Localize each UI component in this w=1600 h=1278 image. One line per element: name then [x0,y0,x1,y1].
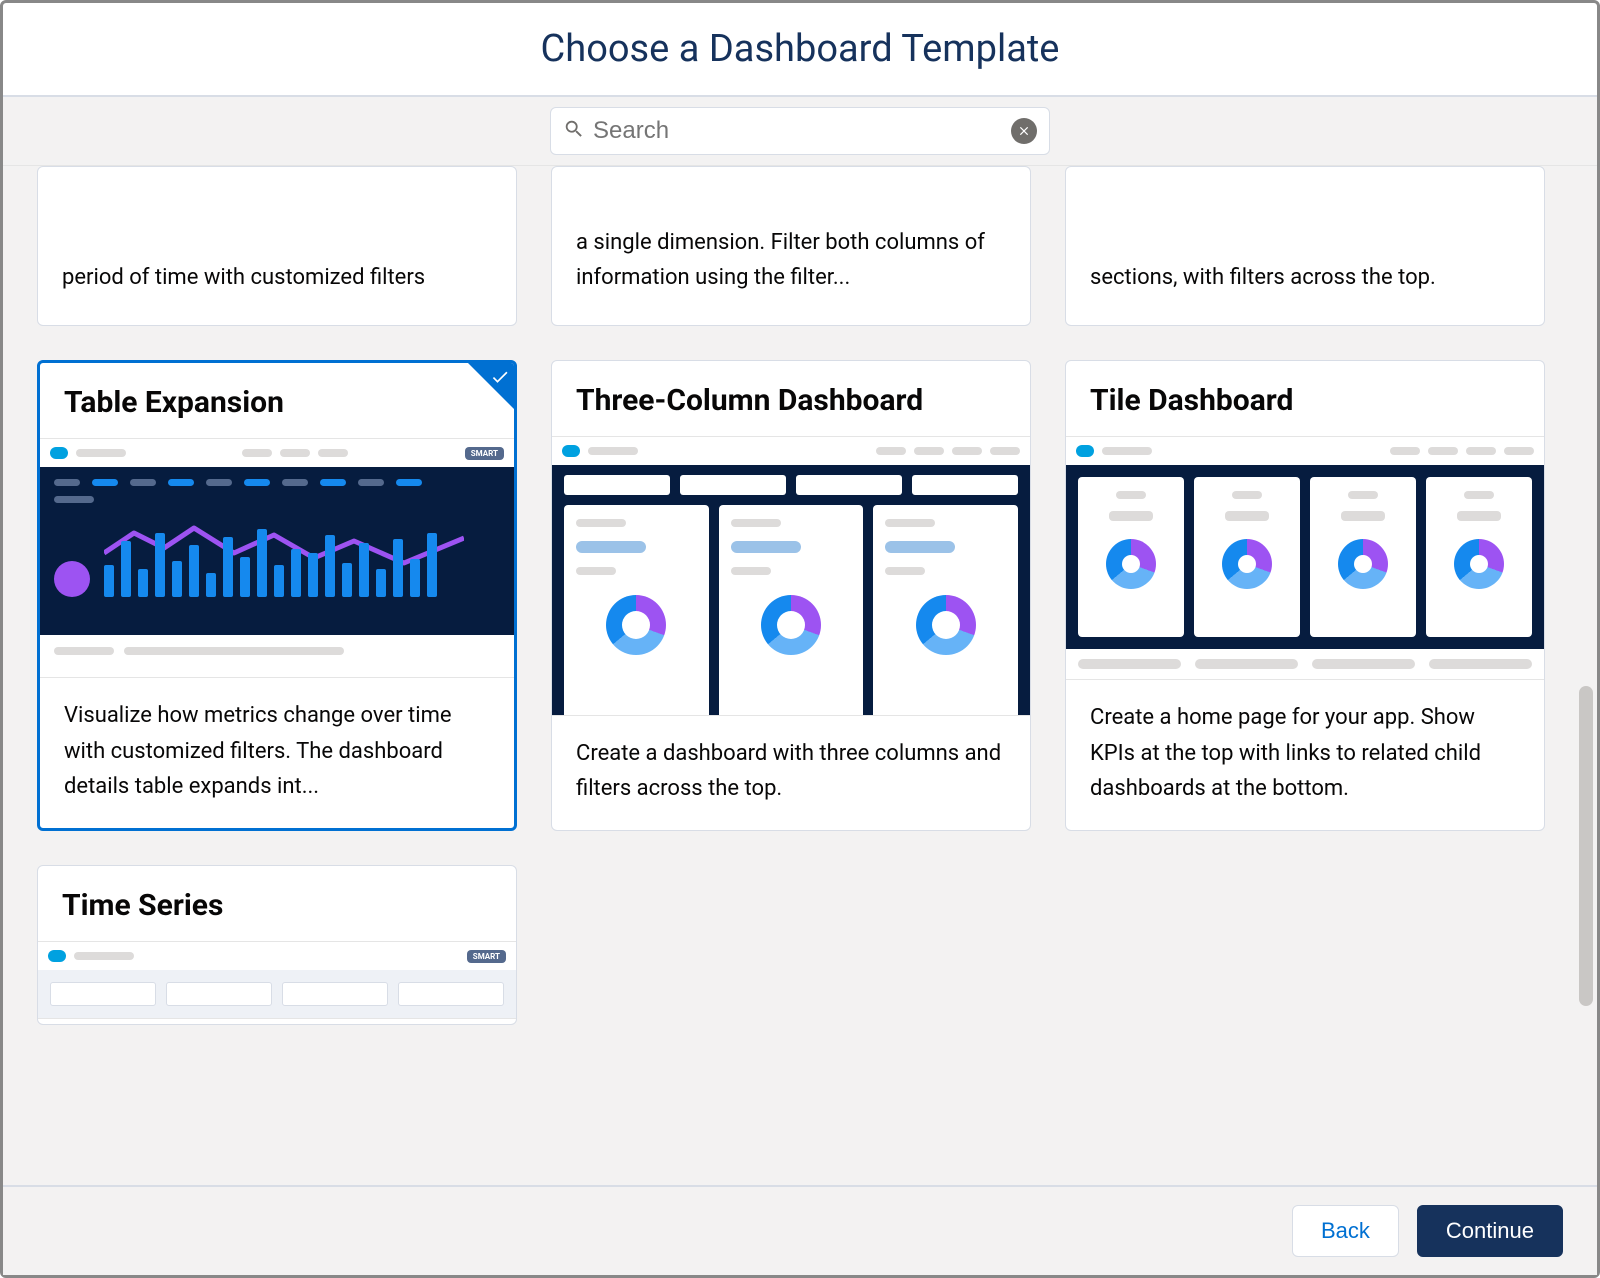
continue-button[interactable]: Continue [1417,1205,1563,1257]
scrollbar-thumb[interactable] [1579,686,1593,1006]
template-list-scroll[interactable]: period of time with customized filters a… [3,166,1597,1185]
search-bar [3,97,1597,166]
cloud-icon [562,445,580,457]
cloud-icon [50,447,68,459]
modal-title: Choose a Dashboard Template [3,27,1597,71]
card-description: Create a home page for your app. Show KP… [1066,680,1544,830]
template-card-tile-dashboard[interactable]: Tile Dashboard [1065,360,1545,831]
template-picker-modal: Choose a Dashboard Template period of ti… [0,0,1600,1278]
card-title: Table Expansion [40,363,514,438]
card-title: Time Series [38,866,516,941]
modal-footer: Back Continue [3,1185,1597,1275]
card-preview [1066,436,1544,680]
card-preview [552,436,1030,716]
template-card-time-series[interactable]: Time Series SMART [37,865,517,1025]
template-grid: period of time with customized filters a… [3,166,1597,1059]
card-description: Visualize how metrics change over time w… [40,678,514,828]
modal-header: Choose a Dashboard Template [3,3,1597,97]
card-description: period of time with customized filters [38,260,516,325]
search-icon [563,118,585,144]
clear-search-button[interactable] [1011,118,1037,144]
card-title: Three-Column Dashboard [552,361,1030,436]
back-button[interactable]: Back [1292,1205,1399,1257]
template-card-three-column[interactable]: Three-Column Dashboard [551,360,1031,831]
template-card-partial[interactable]: period of time with customized filters [37,166,517,326]
smart-badge: SMART [467,950,506,963]
card-description: a single dimension. Filter both columns … [552,225,1030,325]
search-input-container [550,107,1050,155]
cloud-icon [1076,445,1094,457]
search-input[interactable] [593,117,1011,145]
smart-badge: SMART [465,447,504,460]
template-card-partial[interactable]: sections, with filters across the top. [1065,166,1545,326]
card-description: Create a dashboard with three columns an… [552,716,1030,830]
card-preview: SMART [38,941,516,1019]
card-preview: SMART [40,438,514,678]
selected-corner [468,363,514,409]
template-card-partial[interactable]: a single dimension. Filter both columns … [551,166,1031,326]
card-title: Tile Dashboard [1066,361,1544,436]
template-card-table-expansion[interactable]: Table Expansion SMART [37,360,517,831]
card-description: sections, with filters across the top. [1066,260,1544,325]
cloud-icon [48,950,66,962]
